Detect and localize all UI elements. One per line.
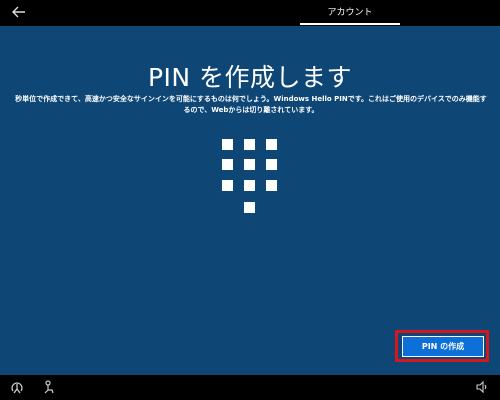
keypad-dot xyxy=(222,180,233,191)
create-pin-button[interactable]: PIN の作成 xyxy=(402,336,484,357)
keypad-dot xyxy=(266,159,277,170)
accessibility-person-icon-graphic xyxy=(44,380,54,394)
ease-of-access-icon[interactable] xyxy=(9,379,25,395)
volume-icon-graphic xyxy=(476,380,487,394)
pin-description: 秒単位で作成できて、高速かつ安全なサインインを可能にするものは何でしょう。Win… xyxy=(15,95,487,114)
keypad-dot xyxy=(266,180,277,191)
top-bar: アカウント xyxy=(0,0,500,26)
back-arrow-icon[interactable] xyxy=(8,2,30,22)
keypad-dot xyxy=(244,202,255,213)
back-arrow-icon-graphic xyxy=(12,6,25,18)
accessibility-person-icon[interactable] xyxy=(41,379,57,395)
page-title: PIN を作成します xyxy=(147,63,353,92)
keypad-dot xyxy=(266,139,277,150)
bottom-bar xyxy=(0,375,500,400)
volume-icon[interactable] xyxy=(474,379,490,395)
keypad-dot xyxy=(244,180,255,191)
pin-keypad-icon xyxy=(220,137,280,217)
keypad-dot xyxy=(222,139,233,150)
tab-account-underline xyxy=(300,23,400,25)
keypad-dot xyxy=(244,139,255,150)
ease-of-access-icon-graphic xyxy=(11,382,23,394)
keypad-dot xyxy=(244,159,255,170)
keypad-dot xyxy=(222,159,233,170)
